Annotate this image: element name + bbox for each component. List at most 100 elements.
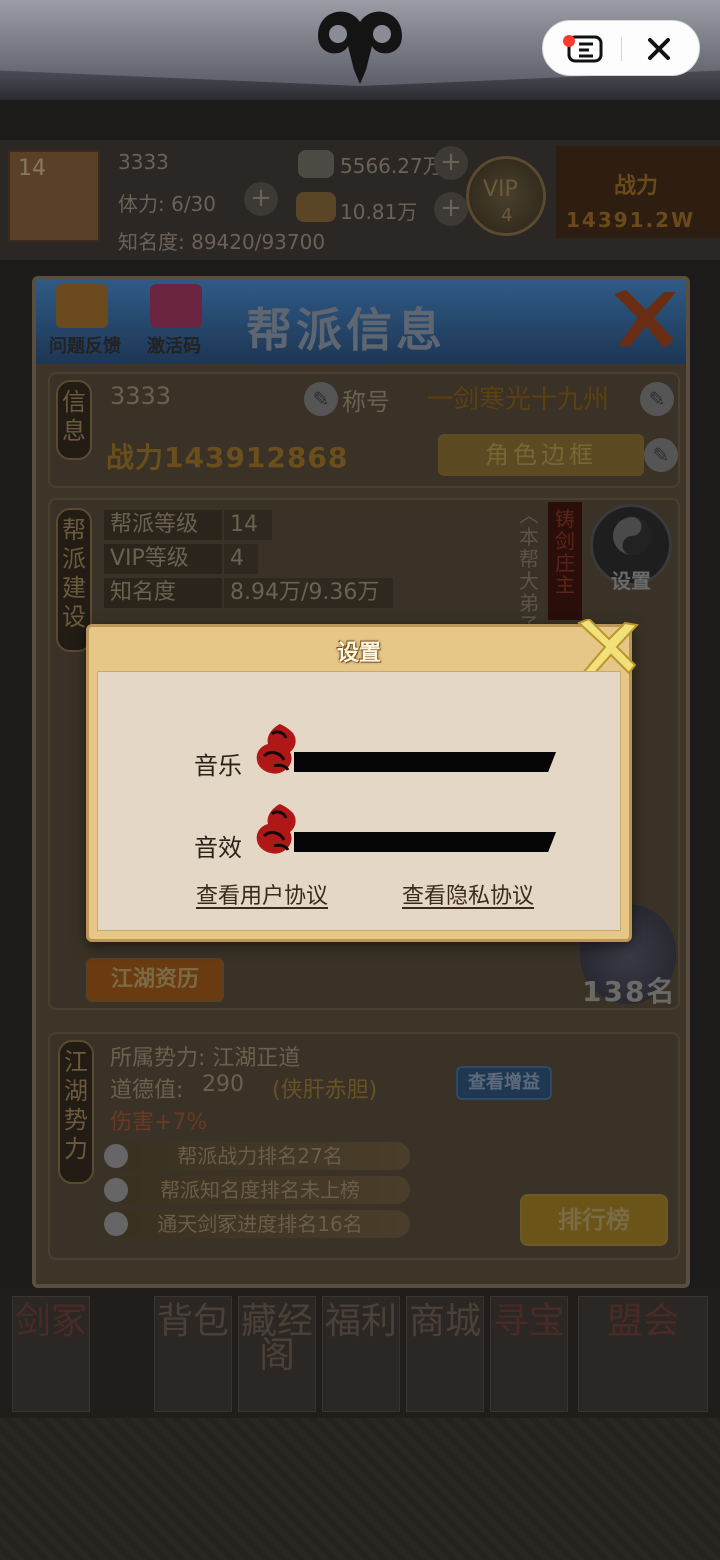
rank-text: 138名 xyxy=(582,975,677,1008)
nav-label: 藏经阁 xyxy=(240,1301,313,1376)
music-slider[interactable] xyxy=(294,752,556,772)
nav-label: 盟会 xyxy=(606,1301,679,1342)
gift-box-icon xyxy=(150,284,202,328)
stat-value: 14 xyxy=(224,510,272,540)
stat-key: 知名度 xyxy=(104,578,222,608)
morality-title: (侠肝赤胆) xyxy=(272,1078,378,1103)
user-agreement-link[interactable]: 查看用户协议 xyxy=(196,878,328,910)
player-name: 3333 xyxy=(110,382,172,410)
mini-program-capsule xyxy=(542,20,700,76)
dragon-knob-icon[interactable] xyxy=(250,720,306,778)
vip-label: VIP xyxy=(483,177,518,202)
sfx-slider[interactable] xyxy=(294,832,556,852)
feedback-label: 问题反馈 xyxy=(49,336,121,357)
nav-tab-shop[interactable]: 商城 xyxy=(406,1296,484,1412)
rank-line: 通天剑冢进度排名16名 xyxy=(104,1210,410,1238)
close-icon[interactable] xyxy=(575,619,639,679)
nav-label: 福利 xyxy=(324,1301,397,1342)
nav-tab-welfare[interactable]: 福利 xyxy=(322,1296,400,1412)
edit-brush-icon[interactable]: ✎ xyxy=(644,438,678,472)
title-label: 称号 xyxy=(342,388,390,416)
jianghu-force-section: 江湖势力 所属势力: 江湖正道 道德值: 290 (侠肝赤胆) 伤害+7% 查看… xyxy=(48,1032,680,1260)
sfx-label: 音效 xyxy=(194,834,242,862)
bottom-nav: 剑冢 背包 藏经阁 福利 商城 寻宝 盟会 xyxy=(0,1288,720,1418)
leaderboard-button[interactable]: 排行榜 xyxy=(520,1194,668,1246)
section-tag: 信息 xyxy=(56,380,92,460)
treasure-chest-icon xyxy=(56,284,108,328)
top-bar xyxy=(0,0,720,100)
guild-avatar[interactable]: 14 xyxy=(8,150,100,242)
footer-pattern xyxy=(0,1418,720,1560)
capsule-divider xyxy=(621,37,622,61)
close-icon[interactable] xyxy=(608,284,680,356)
morality-value: 290 xyxy=(202,1072,244,1097)
power-value: 14391.2W xyxy=(566,208,696,232)
panel-title: 帮派信息 xyxy=(246,303,446,357)
stat-value: 4 xyxy=(224,544,258,574)
rank-line-text: 帮派知名度排名未上榜 xyxy=(160,1178,360,1202)
yin-yang-icon xyxy=(104,1212,128,1236)
nav-tab-bag[interactable]: 背包 xyxy=(154,1296,232,1412)
dialog-title: 设置 xyxy=(336,641,381,666)
add-stamina-button[interactable]: + xyxy=(244,182,278,216)
add-gold-button[interactable]: + xyxy=(434,192,468,226)
nav-label: 寻宝 xyxy=(492,1301,565,1342)
power-label: 战力 xyxy=(614,174,659,199)
settings-label: 设置 xyxy=(611,569,651,593)
stamina-text: 体力: 6/30 xyxy=(118,192,217,216)
role-tag: 铸剑庄主 xyxy=(548,502,582,620)
level-number: 14 xyxy=(18,156,46,181)
section-tag: 江湖势力 xyxy=(58,1040,94,1184)
morality-label: 道德值: xyxy=(110,1078,184,1103)
gift-code-label: 激活码 xyxy=(147,336,201,357)
settings-dialog: 设置 音乐 音效 查看用户协议 查看隐私协议 xyxy=(86,619,639,942)
panel-header: 问题反馈 激活码 帮派信息 xyxy=(36,280,686,364)
info-section: 信息 3333 ✎ 战力143912868 称号 一剑寒光十九州 ✎ 角色边框 … xyxy=(48,372,680,488)
stat-key: VIP等级 xyxy=(104,544,222,574)
stat-value: 8.94万/9.36万 xyxy=(224,578,394,608)
privacy-policy-link[interactable]: 查看隐私协议 xyxy=(402,878,534,910)
dialog-body: 音乐 音效 查看用户协议 查看隐私协议 xyxy=(97,671,621,931)
close-icon[interactable] xyxy=(643,33,675,65)
power-box: 战力 14391.2W xyxy=(556,146,720,238)
fame-text: 知名度: 89420/93700 xyxy=(118,230,326,254)
music-label: 音乐 xyxy=(194,752,242,780)
player-hud: 14 3333 体力: 6/30 + 知名度: 89420/93700 5566… xyxy=(0,140,720,260)
player-title: 一剑寒光十九州 xyxy=(426,385,609,415)
edit-brush-icon[interactable]: ✎ xyxy=(640,382,674,416)
add-silver-button[interactable]: + xyxy=(434,146,468,180)
vip-level: 4 xyxy=(501,205,513,226)
settings-gear-button[interactable]: 设置 xyxy=(590,504,672,593)
cloud-ornament-icon xyxy=(318,11,402,84)
nav-label: 商城 xyxy=(408,1301,481,1342)
role-description: ︿本帮大弟子 xyxy=(519,503,539,636)
rank-line-text: 帮派战力排名27名 xyxy=(177,1144,343,1168)
gold-ingot-icon xyxy=(296,192,336,222)
gift-code-button[interactable]: 激活码 xyxy=(136,282,212,358)
nav-label: 背包 xyxy=(156,1301,229,1342)
dragon-knob-icon[interactable] xyxy=(250,800,306,858)
rank-line: 帮派知名度排名未上榜 xyxy=(104,1176,410,1204)
player-name: 3333 xyxy=(118,150,169,174)
notification-dot xyxy=(563,35,575,47)
stat-key: 帮派等级 xyxy=(104,510,222,540)
rank-line-text: 通天剑冢进度排名16名 xyxy=(157,1212,363,1236)
jianghu-experience-button[interactable]: 江湖资历 xyxy=(86,958,224,1002)
yin-yang-icon xyxy=(613,517,651,555)
nav-tab-sword-tomb[interactable]: 剑冢 xyxy=(12,1296,90,1412)
view-gain-button[interactable]: 查看增益 xyxy=(456,1066,552,1100)
faction-text: 所属势力: 江湖正道 xyxy=(110,1046,301,1071)
edit-brush-icon[interactable]: ✎ xyxy=(304,382,338,416)
gold-amount: 10.81万 xyxy=(340,200,418,224)
nav-tab-library[interactable]: 藏经阁 xyxy=(238,1296,316,1412)
nav-tab-treasure[interactable]: 寻宝 xyxy=(490,1296,568,1412)
nav-tab-alliance[interactable]: 盟会 xyxy=(578,1296,708,1412)
nav-label: 剑冢 xyxy=(14,1301,87,1342)
feedback-button[interactable]: 问题反馈 xyxy=(42,282,128,358)
role-frame-button[interactable]: 角色边框 xyxy=(438,434,644,476)
vip-badge[interactable]: VIP 4 xyxy=(466,156,546,236)
rank-line: 帮派战力排名27名 xyxy=(104,1142,410,1170)
yin-yang-icon xyxy=(104,1178,128,1202)
silver-amount: 5566.27万 xyxy=(340,154,443,178)
yin-yang-icon xyxy=(104,1144,128,1168)
